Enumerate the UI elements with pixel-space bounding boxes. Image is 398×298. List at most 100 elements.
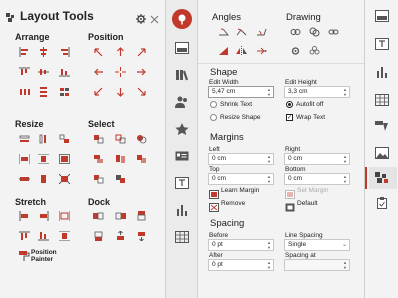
margin-top-spinner[interactable]: ▲ ▼ (266, 174, 272, 184)
drawing-gear-icon[interactable] (290, 46, 301, 56)
default-margin-button[interactable]: Default (297, 200, 318, 207)
fit-width-icon[interactable] (19, 154, 30, 164)
autofit-off-radio[interactable] (286, 101, 293, 108)
align-center-icon[interactable] (38, 47, 49, 57)
align-bottom-icon[interactable] (59, 67, 70, 77)
nudge-right-icon[interactable] (136, 67, 147, 77)
distribute-horizontal-icon[interactable] (19, 87, 30, 97)
text-box-icon[interactable] (175, 177, 189, 189)
select-same-shape-icon[interactable] (136, 134, 147, 144)
shrink-text-radio[interactable] (210, 101, 217, 108)
stretch-right-icon[interactable] (38, 211, 49, 221)
nudge-down-icon[interactable] (115, 87, 126, 97)
edit-height-spinner[interactable]: ▲ ▼ (342, 87, 348, 97)
dock-up-icon[interactable] (115, 231, 126, 241)
text-frame-icon[interactable] (375, 38, 389, 50)
learn-margin-button[interactable]: Learn Margin (221, 187, 259, 194)
dock-bottom-icon[interactable] (93, 231, 104, 241)
after-spinner[interactable]: ▲ ▼ (266, 260, 272, 270)
nudge-down-right-icon[interactable] (136, 87, 147, 97)
angle-rotate-left-icon[interactable] (218, 27, 229, 37)
angle-mirror-icon[interactable] (236, 46, 247, 56)
image-icon[interactable] (375, 147, 389, 159)
edit-width-field[interactable]: 5,47 cm ▲ ▼ (208, 86, 274, 98)
position-painter-button[interactable]: Position Painter (31, 249, 57, 263)
angle-connect-icon[interactable] (256, 46, 267, 56)
align-grid-icon[interactable] (59, 87, 70, 97)
before-field[interactable]: 0 pt ▲ ▼ (208, 239, 274, 251)
dock-left-icon[interactable] (93, 211, 104, 221)
select-same-font-icon[interactable] (115, 174, 126, 184)
nudge-center-icon[interactable] (115, 67, 126, 77)
nudge-up-right-icon[interactable] (136, 47, 147, 57)
drawing-flower-icon[interactable] (309, 46, 320, 56)
slide-layout-icon[interactable] (175, 42, 189, 54)
align-middle-icon[interactable] (38, 67, 49, 77)
after-field[interactable]: 0 pt ▲ ▼ (208, 259, 274, 271)
angle-triangle-icon[interactable] (218, 46, 229, 56)
margin-right-spinner[interactable]: ▲ ▼ (342, 154, 348, 164)
nudge-left-icon[interactable] (93, 67, 104, 77)
position-painter-icon[interactable] (18, 249, 30, 261)
angle-flip-icon[interactable] (256, 27, 267, 37)
drawing-link-icon[interactable] (290, 27, 301, 37)
same-height-icon[interactable] (38, 134, 49, 144)
grid-table-icon[interactable] (375, 94, 389, 106)
dock-down-icon[interactable] (136, 231, 147, 241)
drawing-chain-icon[interactable] (328, 27, 339, 37)
margin-bottom-spinner[interactable]: ▲ ▼ (342, 174, 348, 184)
chart-icon[interactable] (375, 66, 389, 78)
shrink-both-icon[interactable] (59, 174, 70, 184)
select-same-fill-icon[interactable] (93, 134, 104, 144)
before-spinner[interactable]: ▲ ▼ (266, 240, 272, 250)
spacing-at-field[interactable]: ▲ ▼ (284, 259, 350, 271)
same-width-icon[interactable] (19, 134, 30, 144)
wrap-text-checkbox[interactable]: ✓ (286, 114, 293, 121)
remove-margin-icon[interactable] (209, 199, 219, 212)
people-icon[interactable] (175, 96, 189, 108)
spacing-at-spinner[interactable]: ▲ ▼ (342, 260, 348, 270)
star-icon[interactable] (175, 123, 189, 135)
stretch-vertical-icon[interactable] (59, 231, 70, 241)
bar-chart-icon[interactable] (175, 204, 189, 216)
align-left-icon[interactable] (19, 47, 30, 57)
dock-top-icon[interactable] (136, 211, 147, 221)
stretch-both-icon[interactable] (59, 211, 70, 221)
align-top-icon[interactable] (19, 67, 30, 77)
shrink-height-icon[interactable] (38, 174, 49, 184)
clipboard-check-icon[interactable] (375, 197, 389, 209)
slide-icon[interactable] (375, 10, 389, 22)
library-icon[interactable] (175, 69, 189, 81)
select-same-line-icon[interactable] (115, 134, 126, 144)
same-size-icon[interactable] (59, 134, 70, 144)
distribute-vertical-icon[interactable] (38, 87, 49, 97)
margin-left-spinner[interactable]: ▲ ▼ (266, 154, 272, 164)
default-margin-icon[interactable] (285, 199, 295, 212)
shapes-color-icon[interactable] (375, 120, 389, 132)
id-card-icon[interactable] (175, 150, 189, 162)
angle-rotate-right-icon[interactable] (236, 27, 247, 37)
resize-shape-radio[interactable] (210, 114, 217, 121)
fit-slide-icon[interactable] (59, 154, 70, 164)
edit-height-field[interactable]: 3,3 cm ▲ ▼ (284, 86, 350, 98)
settings-gear-icon[interactable] (136, 11, 146, 24)
stretch-bottom-icon[interactable] (38, 231, 49, 241)
learn-margin-icon[interactable] (209, 186, 219, 199)
margin-right-field[interactable]: 0 cm ▲ ▼ (284, 153, 350, 165)
table-icon[interactable] (175, 231, 189, 243)
layout-tools-tab-icon[interactable] (375, 172, 389, 184)
stretch-left-icon[interactable] (19, 211, 30, 221)
margin-top-field[interactable]: 0 cm ▲ ▼ (208, 173, 274, 185)
layout-tools-active-icon[interactable] (172, 9, 192, 29)
nudge-up-left-icon[interactable] (93, 47, 104, 57)
remove-margin-button[interactable]: Remove (221, 200, 245, 207)
align-right-icon[interactable] (59, 47, 70, 57)
margin-bottom-field[interactable]: 0 cm ▲ ▼ (284, 173, 350, 185)
fit-height-icon[interactable] (38, 154, 49, 164)
margin-left-field[interactable]: 0 cm ▲ ▼ (208, 153, 274, 165)
stretch-top-icon[interactable] (19, 231, 30, 241)
nudge-down-left-icon[interactable] (93, 87, 104, 97)
drawing-circles-icon[interactable] (309, 27, 320, 37)
dock-right-icon[interactable] (115, 211, 126, 221)
select-same-text-icon[interactable] (93, 174, 104, 184)
